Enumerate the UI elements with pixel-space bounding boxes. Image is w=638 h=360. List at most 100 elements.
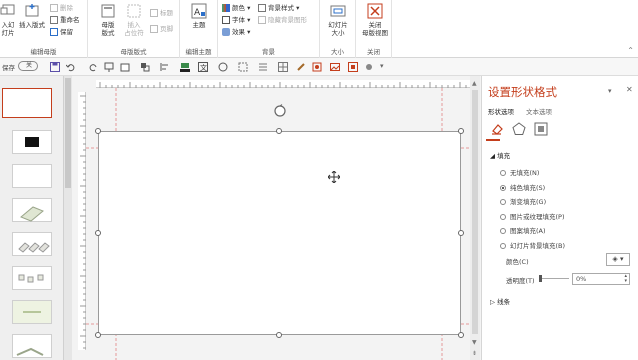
layout-thumbnail[interactable] — [12, 164, 52, 188]
resize-handle[interactable] — [458, 230, 464, 236]
fill-option-radio[interactable]: 幻灯片背景填充(B) — [500, 241, 565, 251]
size-properties-icon[interactable] — [534, 122, 548, 136]
table-icon[interactable] — [278, 62, 288, 72]
layout-thumbnail[interactable] — [12, 232, 52, 256]
screenshot-icon[interactable] — [348, 62, 358, 72]
hide-background-checkbox[interactable]: 隐藏背景图形 — [258, 15, 307, 25]
fill-option-radio[interactable]: 图片或纹理填充(P) — [500, 212, 565, 222]
editor-scrollbar[interactable]: ▲ ▼ ⇟ — [470, 76, 480, 360]
transparency-label: 透明度(T) — [506, 277, 535, 285]
distribute-icon[interactable] — [258, 62, 268, 72]
fill-section-header[interactable]: ◢ 填充 — [490, 150, 510, 160]
fill-option-radio[interactable]: 纯色填充(S) — [500, 183, 545, 193]
insert-picture-icon[interactable] — [330, 62, 340, 72]
tab-text-options[interactable]: 文本选项 — [526, 106, 552, 116]
new-slide-icon[interactable] — [120, 62, 130, 72]
slide-master-thumbnail[interactable] — [2, 88, 52, 118]
pane-options-icon[interactable]: ▾ — [608, 87, 612, 95]
layout-thumbnail[interactable] — [12, 198, 52, 222]
resize-handle[interactable] — [95, 332, 101, 338]
text-box-icon[interactable]: 文 — [198, 62, 208, 72]
rename-button[interactable]: 重命名 — [50, 15, 80, 25]
spinner-icon[interactable]: ▴ ▾ — [624, 274, 627, 284]
undo-icon[interactable] — [65, 62, 76, 72]
fill-option-radio[interactable]: 无填充(N) — [500, 168, 539, 178]
slide-canvas[interactable] — [98, 131, 461, 335]
close-master-view-button[interactable]: 关闭 母版视图 — [359, 3, 391, 37]
transparency-input[interactable]: 0% ▴ ▾ — [572, 273, 630, 285]
next-slide-icon[interactable]: ⇟ — [472, 350, 477, 357]
collapse-ribbon-icon[interactable]: ⌃ — [627, 46, 634, 55]
layout-thumbnail[interactable] — [12, 334, 52, 358]
radio-button-icon[interactable] — [500, 184, 506, 191]
save-icon[interactable] — [50, 62, 60, 72]
layout-thumbnail[interactable] — [12, 300, 52, 324]
background-styles-dropdown[interactable]: 背景样式 ▾ — [258, 3, 299, 13]
more-icon[interactable] — [364, 62, 374, 72]
fill-line-icon[interactable] — [490, 122, 504, 136]
thumbnail-image — [18, 274, 44, 283]
resize-handle[interactable] — [276, 332, 282, 338]
tab-shape-options[interactable]: 形状选项 — [488, 106, 514, 116]
layout-thumbnail[interactable] — [12, 130, 52, 154]
fonts-icon — [222, 16, 230, 24]
rotate-handle-icon[interactable] — [273, 104, 287, 118]
slide-size-button[interactable]: 幻灯片 大小 — [324, 3, 352, 37]
resize-handle[interactable] — [458, 332, 464, 338]
master-layout-button[interactable]: 母版 版式 — [94, 3, 122, 37]
shape-effects-icon[interactable] — [218, 62, 228, 72]
autosave-toggle[interactable]: 关 — [18, 61, 38, 71]
editor-scroll-thumb[interactable] — [472, 90, 478, 334]
group-objects-icon[interactable] — [238, 62, 248, 72]
scroll-up-icon[interactable]: ▲ — [472, 80, 477, 87]
present-icon[interactable] — [104, 62, 114, 72]
insert-placeholder-button[interactable]: 插入 占位符 — [120, 3, 148, 37]
resize-handle[interactable] — [458, 128, 464, 134]
background-styles-icon — [258, 4, 266, 12]
footer-checkbox[interactable]: 页脚 — [150, 24, 173, 34]
colors-dropdown[interactable]: 颜色 ▾ — [222, 3, 250, 13]
transparency-slider-thumb[interactable] — [539, 275, 542, 282]
scroll-down-icon[interactable]: ▼ — [472, 339, 477, 346]
effects-pentagon-icon[interactable] — [512, 122, 526, 136]
autosave-label: 保存 — [2, 64, 15, 72]
effects-dropdown[interactable]: 效果 ▾ — [222, 27, 250, 37]
insert-layout-button[interactable]: 插入版式 — [16, 3, 48, 29]
fonts-dropdown[interactable]: 字体 ▾ — [222, 15, 250, 25]
align-icon[interactable] — [160, 62, 170, 72]
group-close: 关闭 母版视图 关闭 — [356, 0, 392, 58]
preserve-icon — [50, 28, 58, 36]
effects-icon — [222, 28, 230, 36]
thumbnail-scrollbar[interactable] — [64, 76, 72, 360]
arrange-icon[interactable] — [140, 62, 150, 72]
group-background: 颜色 ▾ 字体 ▾ 效果 ▾ 背景样式 ▾ 隐藏背景图形 背景 — [218, 0, 320, 58]
line-section-header[interactable]: ▷ 线条 — [490, 296, 510, 306]
customize-qat-icon[interactable]: ▾ — [380, 62, 390, 72]
record-icon[interactable] — [312, 62, 322, 72]
radio-button-icon[interactable] — [500, 228, 506, 234]
radio-button-icon[interactable] — [500, 213, 506, 220]
radio-button-icon[interactable] — [500, 242, 506, 249]
preserve-button[interactable]: 保留 — [50, 27, 73, 37]
color-label: 颜色(C) — [506, 258, 529, 266]
close-pane-icon[interactable]: ✕ — [626, 85, 633, 94]
theme-button[interactable]: A 主题 — [185, 3, 213, 29]
fill-option-radio[interactable]: 图案填充(A) — [500, 226, 546, 236]
format-painter-icon[interactable] — [296, 62, 306, 72]
thumbnail-scroll-thumb[interactable] — [65, 78, 71, 188]
resize-handle[interactable] — [276, 128, 282, 134]
radio-button-icon[interactable] — [500, 199, 506, 205]
fill-section-label: 填充 — [497, 152, 511, 160]
color-picker-button[interactable]: ◈ ▾ — [606, 253, 630, 266]
fill-color-icon[interactable] — [180, 62, 190, 72]
colors-label: 颜色 — [232, 4, 245, 12]
delete-button[interactable]: 删除 — [50, 3, 73, 13]
layout-thumbnail[interactable] — [12, 266, 52, 290]
radio-button-icon[interactable] — [500, 170, 506, 176]
fill-option-radio[interactable]: 渐变填充(G) — [500, 197, 546, 207]
transparency-slider[interactable] — [539, 278, 569, 279]
redo-icon[interactable] — [88, 62, 98, 72]
title-checkbox[interactable]: 标题 — [150, 8, 173, 18]
resize-handle[interactable] — [95, 230, 101, 236]
resize-handle[interactable] — [95, 128, 101, 134]
